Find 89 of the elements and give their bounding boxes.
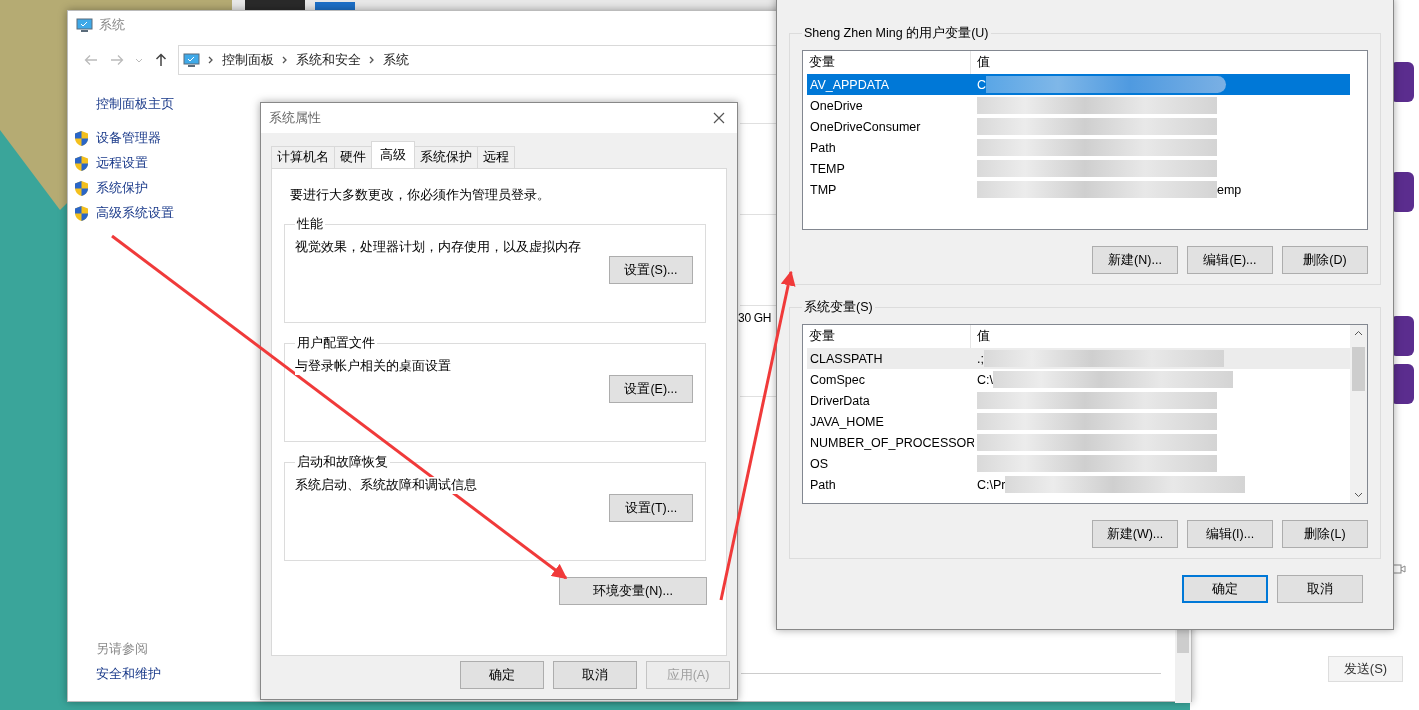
variable-name: JAVA_HOME	[809, 414, 885, 429]
scroll-thumb[interactable]	[1352, 347, 1365, 391]
environment-variables-button[interactable]: 环境变量(N)...	[559, 577, 707, 605]
sidebar-link[interactable]: 远程设置	[96, 154, 148, 172]
dialog-button[interactable]: 确定	[460, 661, 544, 689]
variable-row[interactable]: OneDrive	[807, 95, 1350, 116]
variable-value: emp	[1217, 182, 1242, 197]
processor-speed: .30 GH	[735, 311, 772, 325]
scrollbar[interactable]	[1350, 325, 1367, 503]
video-icon[interactable]	[1392, 563, 1406, 575]
window-title: 系统	[99, 16, 125, 34]
variable-name: OneDriveConsumer	[809, 119, 922, 134]
variable-row[interactable]: OS	[807, 453, 1350, 474]
variable-name: Path	[809, 140, 837, 155]
variable-value: .;	[977, 351, 984, 366]
variable-name: NUMBER_OF_PROCESSOR	[809, 435, 974, 450]
variable-row[interactable]: TEMP	[807, 158, 1350, 179]
send-button[interactable]: 发送(S)	[1328, 656, 1403, 682]
tab[interactable]: 计算机名	[271, 146, 335, 168]
section-heading: 另请参阅	[96, 641, 148, 658]
settings-button[interactable]: 设置(E)...	[609, 375, 693, 403]
dialog-button[interactable]: 确定	[1182, 575, 1268, 603]
group-description: 与登录帐户相关的桌面设置	[295, 358, 451, 375]
sidebar-link[interactable]: 系统保护	[96, 179, 148, 197]
computer-icon	[76, 17, 93, 33]
variable-value: C	[977, 77, 987, 92]
dialog-title: 系统属性	[269, 109, 321, 127]
variable-list[interactable]: 变量 值 CLASSPATH .; ComSpec C:\ DriverData JAVA_HOME NUMBER_OF_PROCESSOR OS Path C:\Pr	[802, 324, 1368, 504]
settings-button[interactable]: 设置(T)...	[609, 494, 693, 522]
group-title: 性能	[296, 216, 324, 233]
breadcrumb-item[interactable]: 控制面板	[222, 51, 274, 69]
variable-name: OS	[809, 456, 830, 471]
dialog-button[interactable]: 新建(W)...	[1092, 520, 1178, 548]
variable-value: C:\	[977, 372, 993, 387]
settings-button[interactable]: 设置(S)...	[609, 256, 693, 284]
group-title: 用户配置文件	[296, 335, 376, 352]
dialog-button[interactable]: 新建(N)...	[1092, 246, 1178, 274]
variable-name: TEMP	[809, 161, 846, 176]
variable-name: AV_APPDATA	[809, 77, 891, 92]
sidebar-link[interactable]: 高级系统设置	[96, 204, 174, 222]
dialog-button[interactable]: 编辑(I)...	[1187, 520, 1273, 548]
chevron-icon	[208, 56, 214, 64]
shield-icon	[74, 129, 89, 147]
sidebar-link[interactable]: 安全和维护	[96, 666, 161, 683]
tab[interactable]: 远程	[477, 146, 515, 168]
variable-row[interactable]: OneDriveConsumer	[807, 116, 1350, 137]
variable-row[interactable]: CLASSPATH .;	[807, 348, 1350, 369]
group-description: 系统启动、系统故障和调试信息	[295, 477, 477, 494]
variable-name: Path	[809, 477, 837, 492]
sidebar-link[interactable]: 设备管理器	[96, 129, 161, 147]
sidebar-link[interactable]: 控制面板主页	[96, 95, 174, 113]
column-header[interactable]: 值	[971, 325, 990, 348]
group-title: 系统变量(S)	[803, 299, 874, 316]
variable-row[interactable]: JAVA_HOME	[807, 411, 1350, 432]
scroll-down-icon[interactable]	[1354, 492, 1363, 498]
tab[interactable]: 高级	[371, 141, 415, 168]
variable-name: ComSpec	[809, 372, 866, 387]
variable-row[interactable]: TMP emp	[807, 179, 1350, 200]
group-description: 视觉效果，处理器计划，内存使用，以及虚拟内存	[295, 239, 581, 256]
group-title: 启动和故障恢复	[296, 454, 389, 471]
variable-name: TMP	[809, 182, 838, 197]
shield-icon	[74, 154, 89, 172]
column-header[interactable]: 值	[971, 51, 990, 74]
dialog-button[interactable]: 编辑(E)...	[1187, 246, 1273, 274]
admin-notice: 要进行大多数更改，你必须作为管理员登录。	[289, 187, 551, 204]
dialog-button[interactable]: 删除(L)	[1282, 520, 1368, 548]
breadcrumb-item[interactable]: 系统	[383, 51, 409, 69]
variable-row[interactable]: AV_APPDATA C	[807, 74, 1350, 95]
scroll-up-icon[interactable]	[1354, 330, 1363, 336]
chevron-icon	[282, 56, 288, 64]
group-title: Sheng Zhen Ming 的用户变量(U)	[803, 25, 990, 42]
variable-row[interactable]: NUMBER_OF_PROCESSOR	[807, 432, 1350, 453]
computer-icon	[183, 52, 200, 68]
variable-name: DriverData	[809, 393, 871, 408]
variable-name: OneDrive	[809, 98, 864, 113]
variable-row[interactable]: Path	[807, 137, 1350, 158]
shield-icon	[74, 179, 89, 197]
shield-icon	[74, 204, 89, 222]
variable-name: CLASSPATH	[809, 351, 884, 366]
variable-row[interactable]: Path C:\Pr	[807, 474, 1350, 495]
dialog-button[interactable]: 取消	[553, 661, 637, 689]
dialog-button[interactable]: 取消	[1277, 575, 1363, 603]
variable-row[interactable]: DriverData	[807, 390, 1350, 411]
variable-value: C:\Pr	[977, 477, 1006, 492]
variable-list[interactable]: 变量 值 AV_APPDATA C OneDrive OneDriveConsumer Path TEMP TMP emp	[802, 50, 1368, 230]
variable-row[interactable]: ComSpec C:\	[807, 369, 1350, 390]
breadcrumb-item[interactable]: 系统和安全	[296, 51, 361, 69]
chevron-icon	[369, 56, 375, 64]
dialog-button[interactable]: 删除(D)	[1282, 246, 1368, 274]
